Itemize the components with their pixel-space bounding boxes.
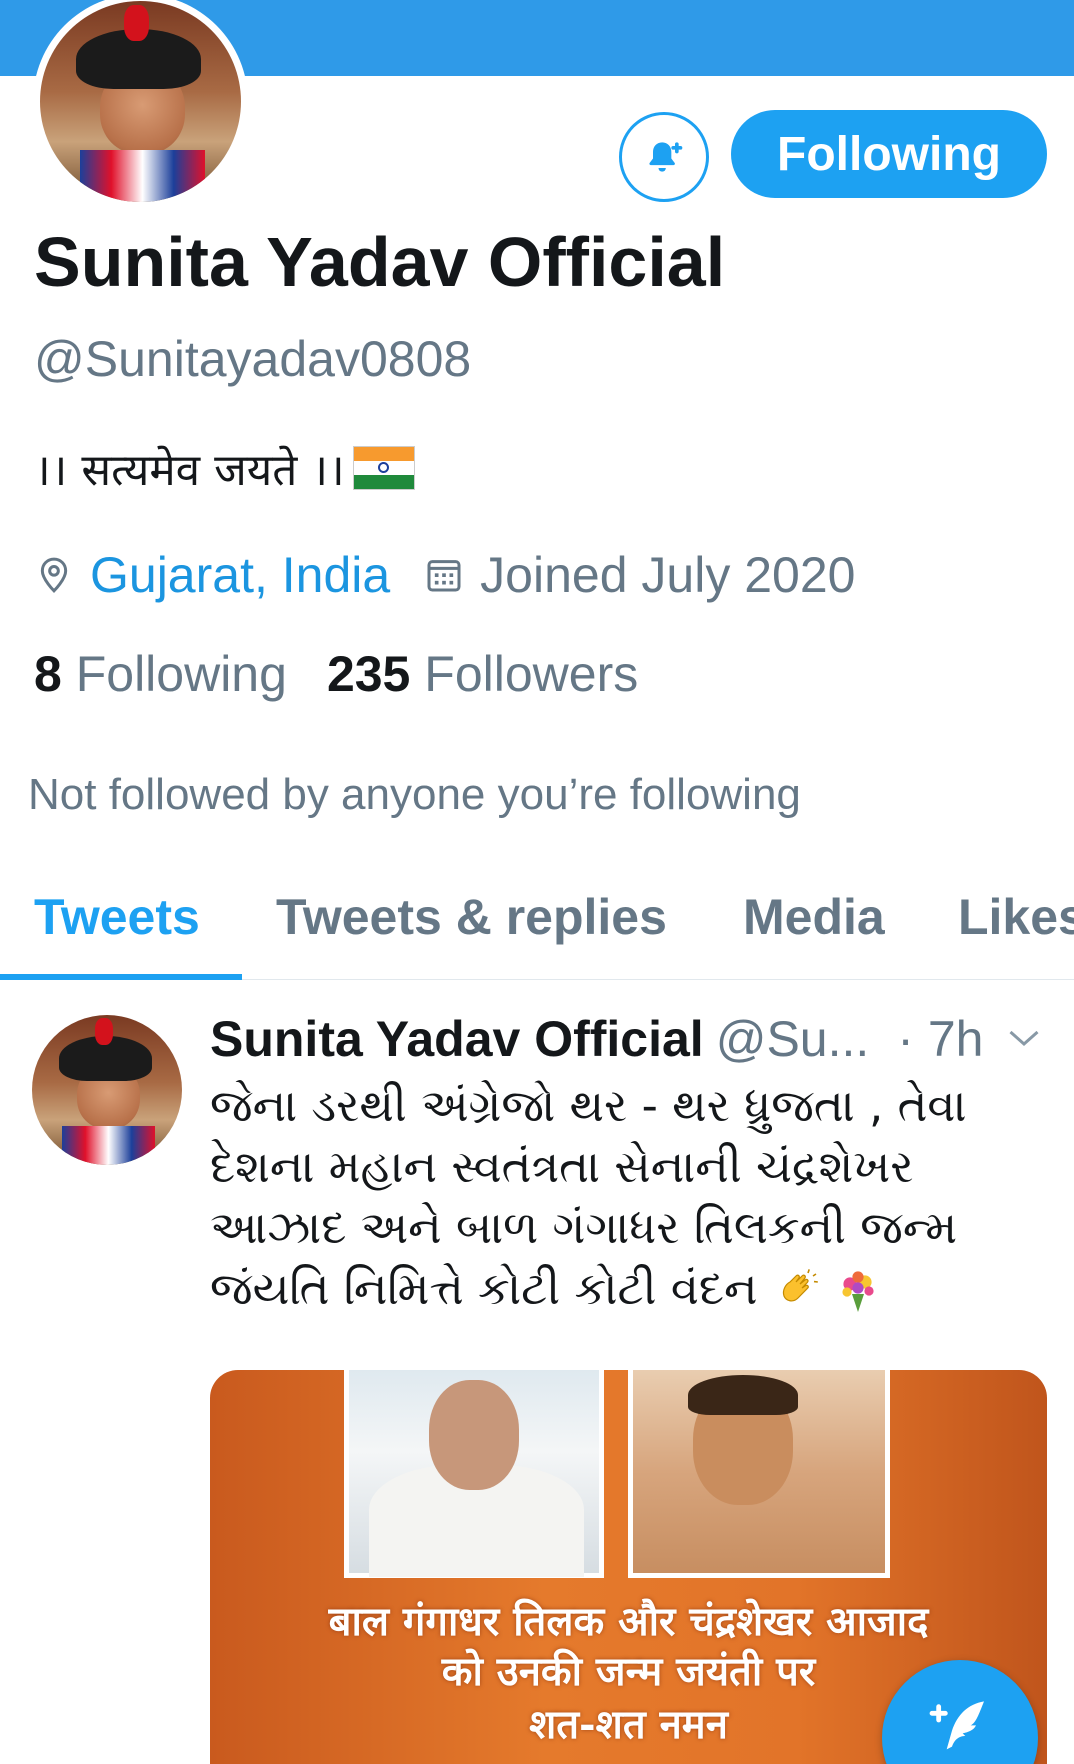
location-link[interactable]: Gujarat, India [90, 546, 390, 604]
notifications-bell-button[interactable] [619, 112, 709, 202]
profile-name: Sunita Yadav Official [34, 223, 726, 301]
followers-count: 235 [326, 646, 411, 702]
followers-stat[interactable]: 235 Followers [327, 646, 638, 702]
bio-text: ।। सत्यमेव जयते ।। [34, 445, 345, 496]
tab-media[interactable]: Media [743, 888, 885, 946]
tweet-text-line: દેશના મહાન સ્વતંત્રતા સેનાની ચંદ્રશેખર [210, 1140, 914, 1193]
profile-bio: ।। सत्यमेव जयते ।। [34, 438, 415, 498]
tweet-avatar[interactable] [32, 1015, 182, 1165]
tweet-author-name[interactable]: Sunita Yadav Official [210, 1010, 704, 1068]
tweet-author-handle[interactable]: @Su... [716, 1010, 870, 1068]
location-pin-icon [40, 557, 68, 593]
tweet-text: જેના ડરથી અંગ્રેજો થર - થર ધ્રુજતા , તેવ… [210, 1075, 1040, 1319]
profile-tabs: Tweets Tweets & replies Media Likes [0, 880, 1074, 980]
tweet-timestamp: · 7h [897, 1011, 984, 1067]
following-button[interactable]: Following [731, 110, 1047, 198]
following-stat[interactable]: 8 Following [34, 646, 287, 702]
clapping-hands-emoji [782, 1269, 818, 1302]
tweet-text-line: જેના ડરથી અંગ્રેજો થર - થર ધ્રુજતા , તેવ… [210, 1079, 967, 1132]
compose-tweet-icon [929, 1701, 984, 1750]
media-caption-line: बाल गंगाधर तिलक और चंद्रशेखर आजाद [328, 1598, 929, 1645]
tab-tweets-replies[interactable]: Tweets & replies [276, 888, 667, 946]
tilak-portrait [344, 1370, 604, 1578]
tweet-text-line: જંયતિ નિમિત્તે કોટી કોટી વંદન [210, 1262, 758, 1315]
tweet-header: Sunita Yadav Official @Su... · 7h [210, 1007, 983, 1071]
chevron-down-icon[interactable] [1006, 1023, 1042, 1053]
calendar-icon [427, 560, 461, 592]
bell-plus-icon [649, 142, 683, 172]
tab-likes[interactable]: Likes [958, 888, 1074, 946]
not-followed-notice: Not followed by anyone you’re following [28, 770, 801, 819]
following-count: 8 [34, 646, 62, 702]
tweet-text-line: આઝાદ અને બાળ ગંગાધર તિલકની જન્મ [210, 1201, 958, 1254]
followers-label: Followers [424, 646, 639, 702]
azad-portrait [628, 1370, 890, 1578]
following-label: Following [75, 646, 287, 702]
joined-date: Joined July 2020 [480, 547, 856, 603]
profile-avatar[interactable] [33, 0, 248, 209]
follow-stats: 8 Following 235 Followers [34, 645, 638, 703]
tab-tweets[interactable]: Tweets [34, 888, 200, 946]
bouquet-emoji [842, 1271, 874, 1312]
profile-meta: Gujarat, India Joined July 2020 [34, 545, 855, 605]
india-flag-emoji [352, 446, 415, 490]
active-tab-indicator [0, 974, 242, 980]
profile-handle: @Sunitayadav0808 [34, 331, 472, 387]
